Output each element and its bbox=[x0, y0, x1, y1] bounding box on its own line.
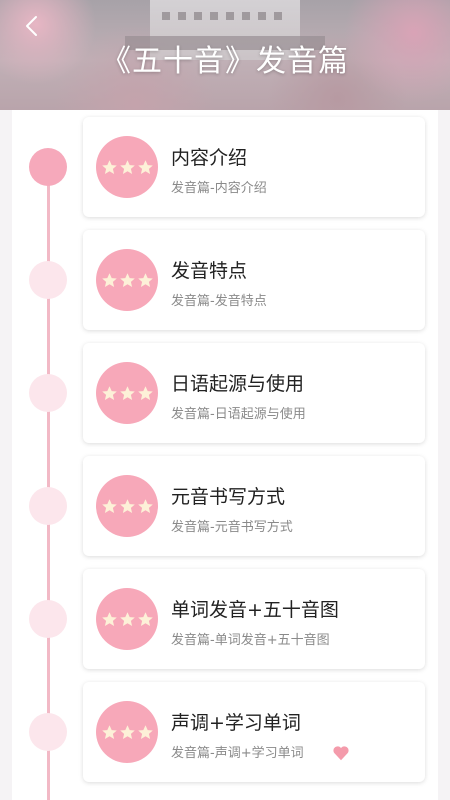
star-icon bbox=[119, 724, 135, 739]
lesson-title: 声调+学习单词 bbox=[171, 712, 301, 734]
stars-badge bbox=[96, 249, 158, 311]
lesson-subtitle: 发音篇-日语起源与使用 bbox=[171, 407, 306, 422]
lesson-subtitle: 发音篇-声调+学习单词 bbox=[171, 746, 304, 761]
lesson-subtitle: 发音篇-元音书写方式 bbox=[171, 520, 293, 535]
heart-logo-icon bbox=[333, 746, 349, 761]
lesson-title: 元音书写方式 bbox=[171, 486, 286, 508]
star-icon bbox=[137, 498, 153, 513]
lesson-title: 发音特点 bbox=[171, 260, 248, 282]
stars-badge bbox=[96, 475, 158, 537]
timeline-node bbox=[29, 600, 67, 638]
timeline-line bbox=[47, 162, 50, 800]
lesson-title: 内容介绍 bbox=[171, 147, 248, 169]
star-icon bbox=[137, 385, 153, 400]
lesson-card[interactable]: 内容介绍 发音篇-内容介绍 bbox=[83, 117, 425, 217]
header-banner: 《五十音》发音篇 bbox=[0, 0, 450, 110]
stars-badge bbox=[96, 136, 158, 198]
lesson-card[interactable]: 发音特点 发音篇-发音特点 bbox=[83, 230, 425, 330]
star-icon bbox=[137, 159, 153, 174]
star-icon bbox=[119, 272, 135, 287]
star-icon bbox=[119, 611, 135, 626]
lesson-card[interactable]: 单词发音+五十音图 发音篇-单词发音+五十音图 bbox=[83, 569, 425, 669]
lesson-card[interactable]: 声调+学习单词 发音篇-声调+学习单词 bbox=[83, 682, 425, 782]
stars-badge bbox=[96, 588, 158, 650]
stars-badge bbox=[96, 362, 158, 424]
lesson-subtitle: 发音篇-内容介绍 bbox=[171, 181, 267, 196]
star-icon bbox=[101, 724, 117, 739]
star-icon bbox=[137, 272, 153, 287]
watermark bbox=[332, 742, 442, 764]
lesson-list[interactable]: 内容介绍 发音篇-内容介绍 发音特点 发音篇-发音特点 日语起源与使用 发音篇-… bbox=[12, 110, 438, 800]
lesson-card[interactable]: 元音书写方式 发音篇-元音书写方式 bbox=[83, 456, 425, 556]
timeline-node bbox=[29, 374, 67, 412]
star-icon bbox=[119, 159, 135, 174]
lesson-title: 日语起源与使用 bbox=[171, 373, 305, 395]
star-icon bbox=[137, 724, 153, 739]
timeline-node bbox=[29, 148, 67, 186]
star-icon bbox=[119, 385, 135, 400]
timeline-node bbox=[29, 487, 67, 525]
lesson-subtitle: 发音篇-发音特点 bbox=[171, 294, 267, 309]
star-icon bbox=[101, 159, 117, 174]
timeline-node bbox=[29, 261, 67, 299]
star-icon bbox=[101, 498, 117, 513]
star-icon bbox=[137, 611, 153, 626]
chevron-left-icon bbox=[26, 16, 37, 36]
star-icon bbox=[101, 611, 117, 626]
star-icon bbox=[119, 498, 135, 513]
star-icon bbox=[101, 385, 117, 400]
star-icon bbox=[101, 272, 117, 287]
timeline-node bbox=[29, 713, 67, 751]
lesson-title: 单词发音+五十音图 bbox=[171, 599, 339, 621]
lesson-subtitle: 发音篇-单词发音+五十音图 bbox=[171, 633, 330, 648]
lesson-card[interactable]: 日语起源与使用 发音篇-日语起源与使用 bbox=[83, 343, 425, 443]
page-title: 《五十音》发音篇 bbox=[101, 44, 349, 79]
stars-badge bbox=[96, 701, 158, 763]
